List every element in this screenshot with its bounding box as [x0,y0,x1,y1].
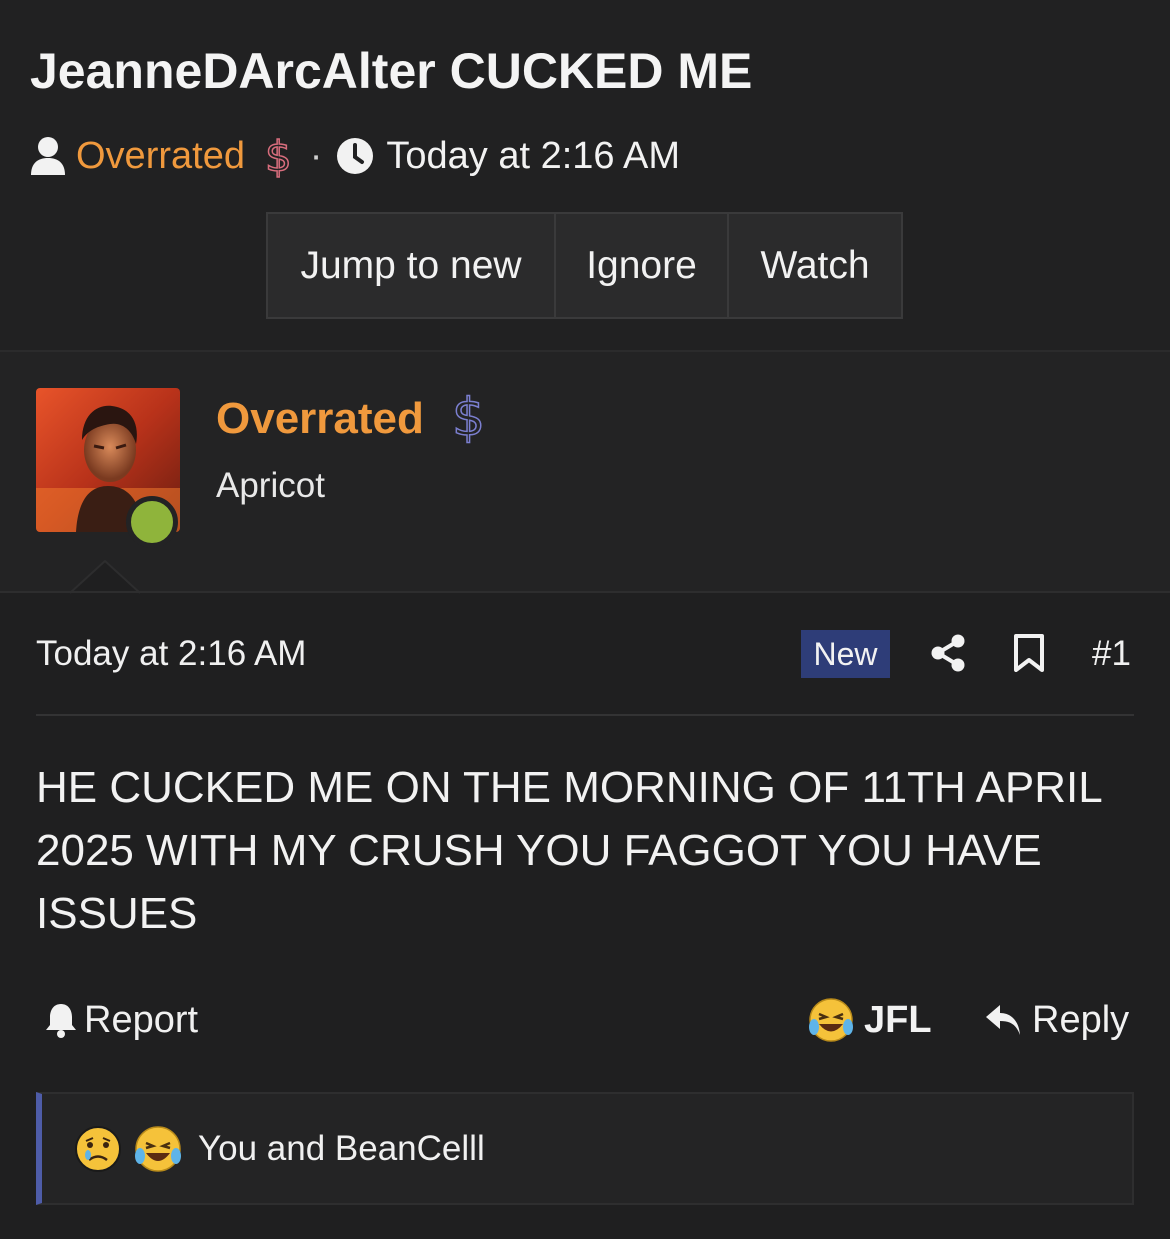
post-number-link[interactable]: #1 [1092,634,1131,674]
clock-icon [337,138,374,174]
reaction-button[interactable]: JFL [808,992,932,1048]
new-badge: New [801,630,890,678]
laughing-crying-emoji-icon [135,1125,181,1172]
sad-cry-emoji-icon [75,1125,121,1172]
share-icon[interactable] [929,634,967,672]
online-status-indicator [126,496,178,548]
dollar-icon: $ [451,387,486,449]
post-body: HE CUCKED ME ON THE MORNING OF 11TH APRI… [36,763,1102,938]
ignore-button[interactable]: Ignore [556,214,729,317]
user-title: Apricot [216,466,325,505]
thread-actions: Jump to new Ignore Watch [266,212,903,319]
post-username[interactable]: Overrated [216,394,424,444]
reply-label: Reply [1032,998,1130,1041]
post-date[interactable]: Today at 2:16 AM [36,634,306,674]
thread-date[interactable]: Today at 2:16 AM [386,135,680,178]
post-arrow [70,560,140,594]
bookmark-icon[interactable] [1013,634,1045,672]
reactions-bar[interactable]: You and BeanCelll [36,1092,1134,1205]
reply-button[interactable]: Reply [984,992,1129,1048]
divider [36,714,1134,716]
laughing-crying-emoji-icon [809,998,853,1042]
report-label: Report [84,998,199,1041]
user-icon [31,137,65,175]
reactions-summary[interactable]: You and BeanCelll [198,1129,485,1169]
bell-icon [46,1004,76,1038]
jump-to-new-button[interactable]: Jump to new [268,214,556,317]
divider [0,591,1170,593]
thread-author-link[interactable]: Overrated [76,135,245,178]
watch-button[interactable]: Watch [729,214,901,317]
dollar-icon: $ [264,131,292,182]
report-button[interactable]: Report [44,992,198,1048]
meta-separator: · [309,134,323,177]
reply-arrow-icon [986,1005,1020,1035]
thread-header: JeanneDArcAlter CUCKED ME Overrated $ · … [0,0,1170,350]
reaction-label: JFL [864,998,932,1041]
thread-title: JeanneDArcAlter CUCKED ME [30,43,753,99]
post-actions: Report JFL Reply [36,992,1134,1048]
post-user-block: Overrated $ Apricot [0,352,1170,592]
thread-meta: Overrated $ · Today at 2:16 AM [30,131,680,182]
